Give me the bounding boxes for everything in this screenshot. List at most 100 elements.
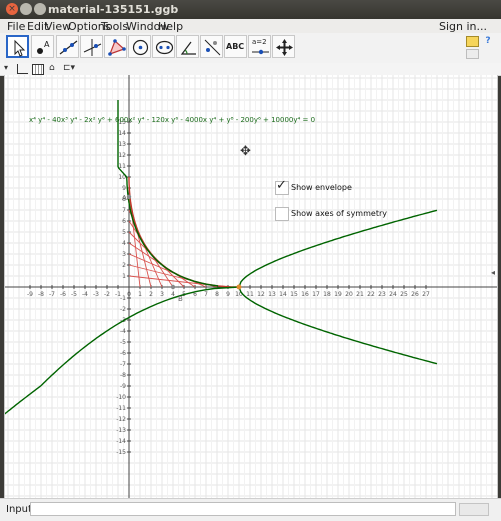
graphics-canvas[interactable]: -9 -8 -7 -6 -5 -4 -3 -2 -1 0 1 2 3 4 5 6 7 8 9 10 11 12 13 14 15… xyxy=(5,75,497,498)
move-view-tool-button[interactable] xyxy=(272,35,295,58)
reflect-tool-button[interactable] xyxy=(200,35,223,58)
curve-branch-upper-left xyxy=(117,100,219,287)
x-tick-label: 10 xyxy=(235,291,243,298)
x-tick-label: 15 xyxy=(290,291,298,298)
x-tick-label: -9 xyxy=(27,291,33,298)
x-tick-label: 12 xyxy=(257,291,265,298)
move-cursor-icon: ✥ xyxy=(240,144,251,159)
x-tick-label: -6 xyxy=(60,291,66,298)
window-titlebar: × material-135151.ggb xyxy=(0,0,501,19)
svg-text:A: A xyxy=(44,40,50,49)
input-field[interactable] xyxy=(30,502,456,516)
angle-icon xyxy=(180,41,196,55)
point-icon: A xyxy=(37,40,50,54)
y-tick-label: -14 xyxy=(116,438,126,445)
polygon-tool-button[interactable] xyxy=(104,35,127,58)
perpendicular-tool-button[interactable] xyxy=(80,35,103,58)
y-tick-label: 13 xyxy=(118,141,126,148)
graphics-view[interactable]: -9 -8 -7 -6 -5 -4 -3 -2 -1 0 1 2 3 4 5 6 7 8 9 10 11 12 13 14 15… xyxy=(4,75,498,498)
y-tick-label: 14 xyxy=(118,130,126,137)
style-bar-toggle-icon[interactable]: ▾ xyxy=(4,63,8,72)
x-tick-label: 18 xyxy=(323,291,331,298)
window-title: material-135151.ggb xyxy=(48,3,179,16)
menu-tools[interactable]: Tools xyxy=(101,20,128,33)
x-tick-label: 19 xyxy=(334,291,342,298)
show-grid-icon[interactable] xyxy=(32,64,44,75)
vertex-point-marker xyxy=(236,284,242,290)
move-tool-button[interactable] xyxy=(6,35,29,58)
checkmark-icon: ✓ xyxy=(276,178,287,193)
x-tick-label: -3 xyxy=(93,291,99,298)
ellipse-tool-button[interactable] xyxy=(152,35,175,58)
y-tick-label: -1 xyxy=(120,295,126,302)
x-tick-label: 16 xyxy=(301,291,309,298)
line-icon xyxy=(59,40,78,55)
circle-tool-button[interactable] xyxy=(128,35,151,58)
collapse-side-icon[interactable]: ◂ xyxy=(491,268,495,277)
x-tick-label: -5 xyxy=(71,291,77,298)
polygon-icon xyxy=(108,39,126,56)
menubar: File Edit View Options Tools Window Help… xyxy=(0,19,501,34)
y-tick-label: 7 xyxy=(122,207,126,214)
input-help-button[interactable] xyxy=(459,503,489,516)
y-tick-label: 4 xyxy=(122,240,126,247)
ellipse-icon xyxy=(155,40,174,55)
angle-tool-button[interactable] xyxy=(176,35,199,58)
arrow-cursor-icon xyxy=(14,39,26,57)
x-tick-label: 1 xyxy=(138,291,142,298)
show-axes-of-symmetry-label: Show axes of symmetry xyxy=(291,209,387,218)
y-tick-label: -5 xyxy=(120,339,126,346)
window-maximize-button[interactable] xyxy=(34,3,46,15)
show-envelope-checkbox[interactable]: ✓ xyxy=(275,178,289,195)
perpendicular-line-icon xyxy=(83,39,102,56)
point-label-b: B xyxy=(178,295,183,303)
menu-file[interactable]: File xyxy=(7,20,25,33)
line-tool-button[interactable] xyxy=(56,35,79,58)
y-tick-label: 2 xyxy=(122,262,126,269)
redo-icon[interactable] xyxy=(466,49,479,59)
x-tick-label: -8 xyxy=(38,291,44,298)
x-tick-label: 20 xyxy=(345,291,353,298)
sign-in-link[interactable]: Sign in... xyxy=(439,20,487,33)
x-tick-label: 26 xyxy=(411,291,419,298)
x-tick-label: -7 xyxy=(49,291,55,298)
point-label-a: A xyxy=(122,194,127,202)
undo-icon[interactable] xyxy=(466,36,479,47)
point-b-marker xyxy=(170,284,176,290)
x-tick-label: 2 xyxy=(149,291,153,298)
x-tick-label: 17 xyxy=(312,291,320,298)
show-envelope-label: Show envelope xyxy=(291,183,352,192)
point-a-marker xyxy=(126,194,132,199)
text-tool-label: ABC xyxy=(226,42,245,51)
slider-tool-button[interactable]: a=2 xyxy=(248,35,271,58)
x-tick-label: 8 xyxy=(215,291,219,298)
show-axes-of-symmetry-checkbox[interactable] xyxy=(275,207,289,221)
y-tick-label: -6 xyxy=(120,350,126,357)
point-capturing-icon[interactable]: ⊏▾ xyxy=(63,63,75,73)
y-tick-label: -2 xyxy=(120,306,126,313)
x-tick-label: 27 xyxy=(422,291,430,298)
circle-icon xyxy=(132,39,149,56)
menu-help[interactable]: Help xyxy=(158,20,183,33)
y-tick-label: -9 xyxy=(120,383,126,390)
y-tick-label: -12 xyxy=(116,416,126,423)
x-tick-label: 11 xyxy=(246,291,254,298)
x-tick-label: 22 xyxy=(367,291,375,298)
point-tool-button[interactable]: A xyxy=(31,35,54,58)
y-tick-label: -15 xyxy=(116,449,126,456)
x-tick-label: 9 xyxy=(226,291,230,298)
curve-branch-lower-left xyxy=(5,286,240,415)
window-minimize-button[interactable] xyxy=(20,3,32,15)
y-tick-label: -10 xyxy=(116,394,126,401)
show-axes-icon[interactable] xyxy=(17,64,28,74)
help-icon[interactable]: ? xyxy=(481,36,495,47)
text-tool-button[interactable]: ABC xyxy=(224,35,247,58)
x-tick-label: 23 xyxy=(378,291,386,298)
toolbar: A ABC a=2 ? xyxy=(0,33,501,64)
slider-icon xyxy=(252,49,269,55)
reflect-icon xyxy=(204,39,221,56)
y-tick-label: 3 xyxy=(122,251,126,258)
home-view-icon[interactable]: ⌂ xyxy=(49,63,55,73)
y-tick-label: -7 xyxy=(120,361,126,368)
window-close-button[interactable]: × xyxy=(6,3,18,15)
